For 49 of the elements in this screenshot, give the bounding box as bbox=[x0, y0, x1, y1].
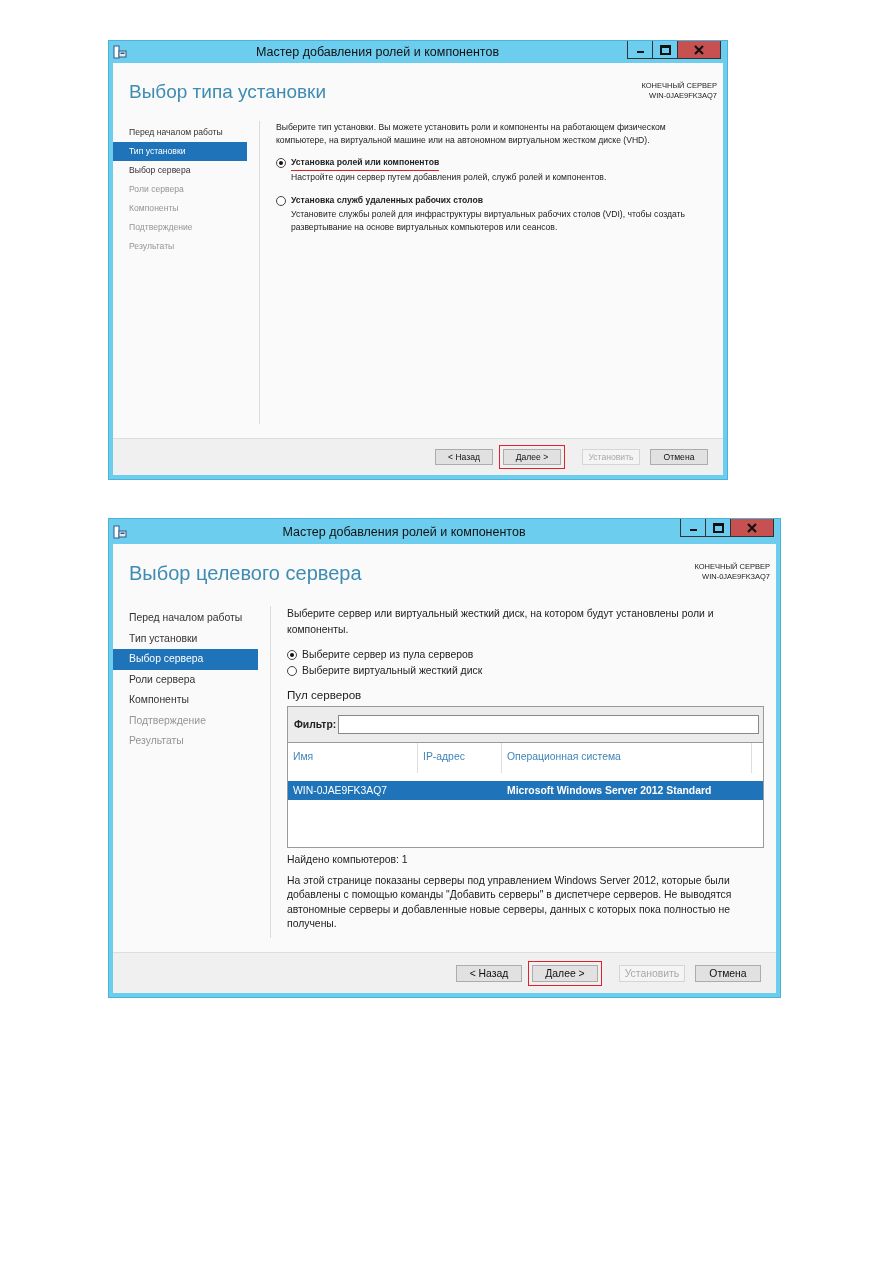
wizard-step[interactable]: Выбор сервера bbox=[113, 161, 247, 180]
intro-text: Выберите сервер или виртуальный жесткий диск, на котором будут установлены роли и компоненты. bbox=[287, 607, 715, 637]
wizard-step[interactable]: Роли сервера bbox=[113, 669, 258, 690]
radio-button[interactable] bbox=[287, 665, 297, 676]
found-count: Найдено компьютеров: 1 bbox=[287, 852, 409, 867]
wizard-button[interactable]: Далее > bbox=[532, 964, 598, 982]
minimize-button[interactable] bbox=[680, 519, 706, 537]
option-description: Настройте один сервер путем добавления ролей, служб ролей и компонентов. bbox=[291, 170, 608, 184]
close-button[interactable] bbox=[730, 519, 774, 537]
minimize-button[interactable] bbox=[627, 41, 653, 59]
app-icon bbox=[113, 524, 127, 539]
page-heading: Выбор целевого сервера bbox=[129, 562, 362, 586]
option-label: Установка ролей или компонентов bbox=[291, 155, 440, 171]
option-description: Установите службы ролей для инфраструктуры виртуальных рабочих столов (VDI), чтобы создать развертывание на основе виртуальных компьютеров или сеансов. bbox=[291, 207, 686, 234]
close-icon bbox=[747, 522, 757, 533]
wizard-step[interactable]: Выбор сервера bbox=[113, 649, 258, 670]
window-title: Мастер добавления ролей и компонентов bbox=[254, 45, 501, 59]
close-button[interactable] bbox=[677, 41, 721, 59]
radio-button[interactable] bbox=[276, 158, 286, 169]
wizard-button[interactable]: < Назад bbox=[456, 964, 522, 982]
option-label: Выберите сервер из пула серверов bbox=[302, 648, 474, 663]
note-text: На этой странице показаны серверы под управлением Windows Server 2012, которые были добавлены с помощью команды "Добавить серверы" в диспетчере серверов. Не выводятся автономные серверы и добавленные новые серверы, данных с которых пока полностью не получены. bbox=[287, 873, 733, 932]
wizard-button[interactable]: Отмена bbox=[650, 449, 708, 465]
filter-field[interactable] bbox=[338, 714, 759, 734]
wizard-button[interactable]: Отмена bbox=[695, 964, 761, 982]
wizard-step[interactable]: Компоненты bbox=[113, 690, 258, 711]
page-heading: Выбор типа установки bbox=[129, 81, 326, 104]
section-heading: Пул серверов bbox=[287, 687, 363, 704]
column-header[interactable]: Операционная система bbox=[502, 742, 752, 773]
wizard-button[interactable]: Далее > bbox=[503, 449, 561, 465]
option-label: Установка служб удаленных рабочих столов bbox=[291, 194, 483, 208]
close-icon bbox=[694, 44, 704, 55]
window-title: Мастер добавления ролей и компонентов bbox=[281, 524, 527, 539]
option-label: Выберите виртуальный жесткий диск bbox=[302, 663, 483, 678]
app-icon bbox=[113, 45, 127, 59]
column-header[interactable]: Имя bbox=[288, 742, 418, 773]
table-cell-text: WIN-0JAE9FK3AQ7 bbox=[292, 783, 389, 798]
wizard-step[interactable]: Перед началом работы bbox=[113, 123, 247, 142]
filter-label: Фильтр: bbox=[294, 717, 337, 732]
wizard-button[interactable]: < Назад bbox=[435, 449, 493, 465]
radio-button[interactable] bbox=[276, 195, 286, 206]
wizard-step[interactable]: Перед началом работы bbox=[113, 608, 258, 629]
table-cell-text: Microsoft Windows Server 2012 Standard bbox=[506, 783, 713, 798]
intro-text: Выберите тип установки. Вы можете установить роли и компоненты на работающем физическом компьютере, на виртуальной машине или на автономном виртуальном жестком диске (VHD). bbox=[276, 121, 667, 148]
table-row[interactable]: WIN-0JAE9FK3AQ7 Microsoft Windows Server 2012 Standard bbox=[288, 780, 763, 801]
radio-button[interactable] bbox=[287, 650, 297, 660]
wizard-step[interactable]: Тип установки bbox=[113, 628, 258, 649]
wizard-step[interactable]: Тип установки bbox=[113, 142, 247, 161]
column-header[interactable]: IP-адрес bbox=[418, 742, 502, 773]
